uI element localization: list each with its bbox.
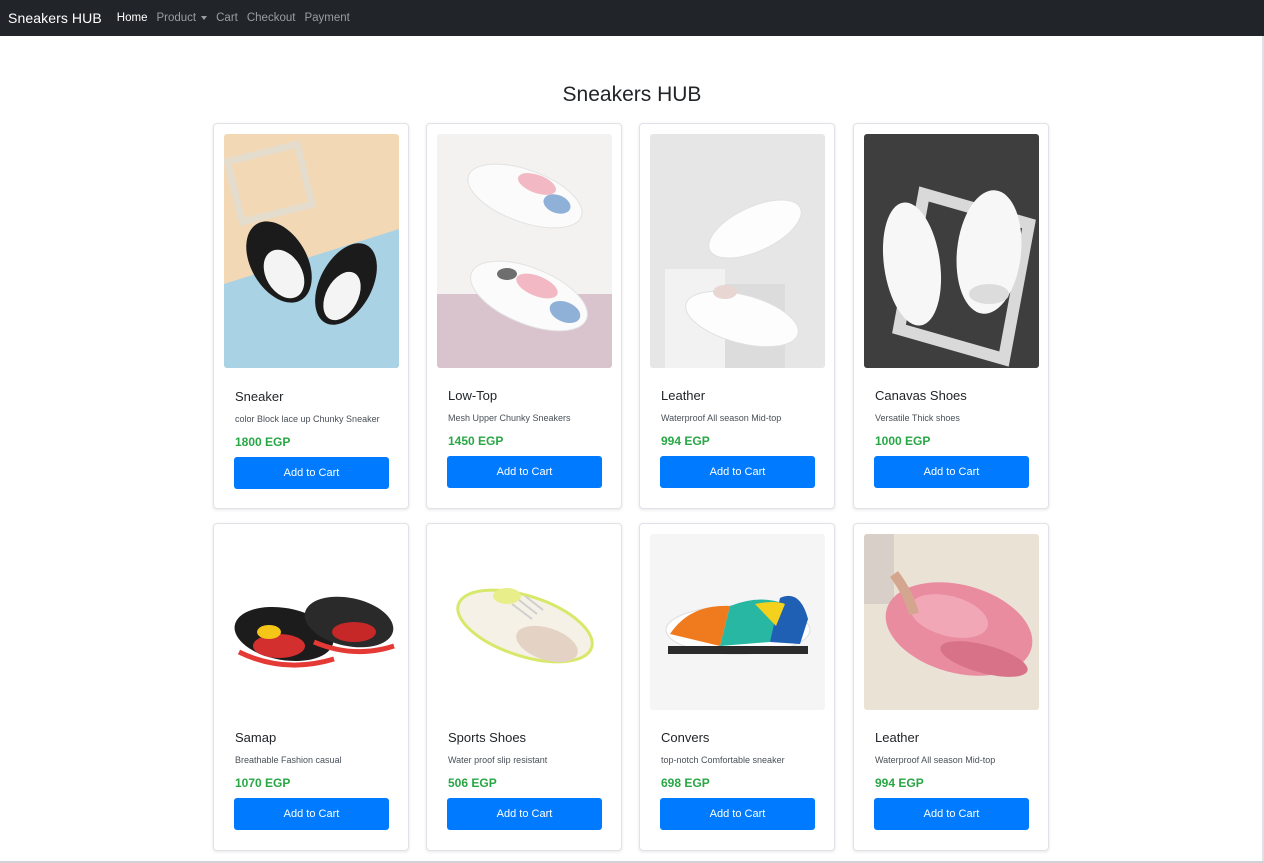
product-price: 698 EGP [661, 776, 710, 790]
product-card: Sneaker color Block lace up Chunky Sneak… [213, 123, 409, 509]
nav-payment[interactable]: Payment [304, 12, 349, 24]
product-image[interactable] [224, 134, 399, 368]
product-description: Water proof slip resistant [448, 755, 548, 765]
product-description: Waterproof All season Mid-top [661, 413, 782, 423]
product-price: 1070 EGP [235, 776, 291, 790]
product-name: Convers [661, 730, 710, 745]
nav-cart[interactable]: Cart [216, 12, 238, 24]
product-price: 1000 EGP [875, 434, 931, 448]
product-image[interactable] [437, 534, 612, 710]
product-price: 1450 EGP [448, 434, 504, 448]
product-card: Leather Waterproof All season Mid-top 99… [853, 523, 1049, 851]
product-name: Samap [235, 730, 277, 745]
caret-down-icon [201, 16, 208, 20]
product-image[interactable] [437, 134, 612, 368]
product-description: color Block lace up Chunky Sneaker [235, 414, 380, 424]
add-to-cart-button[interactable]: Add to Cart [447, 798, 602, 830]
product-name: Leather [875, 730, 920, 745]
product-card: Canavas Shoes Versatile Thick shoes 1000… [853, 123, 1049, 509]
add-to-cart-button[interactable]: Add to Cart [234, 798, 389, 830]
product-name: Low-Top [448, 388, 498, 403]
product-description: Versatile Thick shoes [875, 413, 960, 423]
product-card: Leather Waterproof All season Mid-top 99… [639, 123, 835, 509]
product-card: Convers top-notch Comfortable sneaker 69… [639, 523, 835, 851]
brand-link[interactable]: Sneakers HUB [8, 10, 102, 26]
product-price: 506 EGP [448, 776, 497, 790]
add-to-cart-button[interactable]: Add to Cart [874, 798, 1029, 830]
product-image[interactable] [224, 534, 399, 710]
product-image[interactable] [650, 134, 825, 368]
product-name: Sports Shoes [448, 730, 527, 745]
product-name: Sneaker [235, 389, 284, 404]
product-price: 994 EGP [661, 434, 710, 448]
add-to-cart-button[interactable]: Add to Cart [660, 798, 815, 830]
nav-checkout[interactable]: Checkout [247, 12, 296, 24]
product-price: 1800 EGP [235, 435, 291, 449]
product-image[interactable] [864, 534, 1039, 710]
product-description: Mesh Upper Chunky Sneakers [448, 413, 571, 423]
add-to-cart-button[interactable]: Add to Cart [660, 456, 815, 488]
product-description: top-notch Comfortable sneaker [661, 755, 785, 765]
product-name: Leather [661, 388, 706, 403]
product-image[interactable] [650, 534, 825, 710]
add-to-cart-button[interactable]: Add to Cart [234, 457, 389, 489]
product-name: Canavas Shoes [875, 388, 967, 403]
nav-product-label: Product [156, 12, 197, 24]
nav-home[interactable]: Home [117, 12, 148, 24]
nav-product-dropdown[interactable]: Product [156, 12, 208, 24]
product-card: Samap Breathable Fashion casual 1070 EGP… [213, 523, 409, 851]
top-navbar: Sneakers HUB Home Product Cart Checkout … [0, 0, 1264, 36]
product-description: Breathable Fashion casual [235, 755, 342, 765]
product-description: Waterproof All season Mid-top [875, 755, 996, 765]
product-card: Sports Shoes Water proof slip resistant … [426, 523, 622, 851]
product-image[interactable] [864, 134, 1039, 368]
add-to-cart-button[interactable]: Add to Cart [447, 456, 602, 488]
product-card: Low-Top Mesh Upper Chunky Sneakers 1450 … [426, 123, 622, 509]
page-title: Sneakers HUB [562, 83, 702, 106]
add-to-cart-button[interactable]: Add to Cart [874, 456, 1029, 488]
product-price: 994 EGP [875, 776, 924, 790]
